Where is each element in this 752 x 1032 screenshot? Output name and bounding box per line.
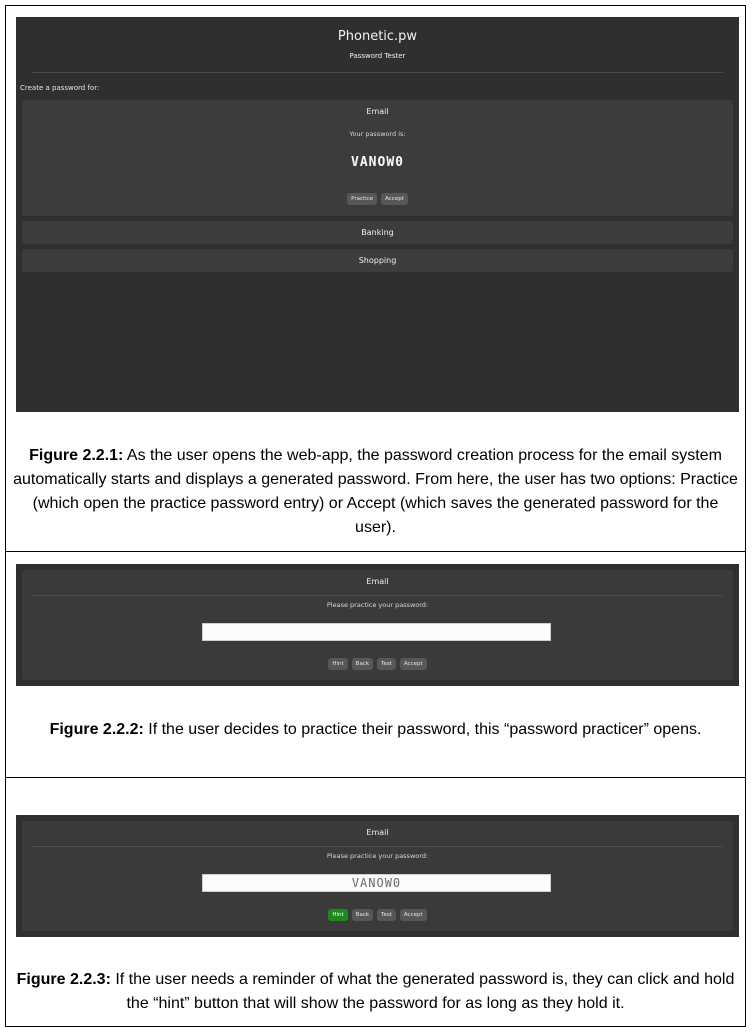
accept-button[interactable]: Accept [381, 193, 408, 205]
practice-panel: Email Please practice your password: Hin… [22, 570, 733, 680]
create-password-label: Create a password for: [20, 84, 100, 92]
banking-panel[interactable]: Banking [22, 221, 733, 244]
figure-2-2-3: Email Please practice your password: VAN… [5, 777, 746, 1027]
caption-label: Figure 2.2.1: [29, 447, 124, 464]
figure-caption: Figure 2.2.3: If the user needs a remind… [6, 968, 745, 1016]
practice-title: Email [366, 828, 389, 837]
shopping-label: Shopping [358, 256, 397, 265]
password-input[interactable] [202, 623, 551, 641]
caption-text: If the user decides to practice their pa… [143, 721, 702, 738]
divider [32, 595, 723, 596]
practice-title: Email [366, 577, 389, 586]
caption-label: Figure 2.2.3: [16, 971, 111, 988]
accept-button[interactable]: Accept [399, 909, 427, 921]
figure-caption: Figure 2.2.1: As the user opens the web-… [6, 444, 745, 540]
hint-button[interactable]: Hint [328, 658, 348, 670]
divider [32, 72, 723, 73]
hint-screenshot: Email Please practice your password: VAN… [16, 815, 739, 937]
email-panel[interactable]: Email Your password is: VANOW0 Practice … [22, 100, 733, 216]
practice-button-row: Hint Back Test Accept [22, 658, 733, 670]
password-input[interactable]: VANOW0 [202, 874, 551, 892]
test-button[interactable]: Test [377, 909, 396, 921]
caption-label: Figure 2.2.2: [49, 721, 144, 738]
banking-label: Banking [361, 228, 394, 237]
figure-2-2-2: Email Please practice your password: Hin… [5, 551, 746, 778]
practice-screenshot: Email Please practice your password: Hin… [16, 564, 739, 686]
practice-button-row: Hint Back Test Accept [22, 909, 733, 921]
figure-2-2-1: Phonetic.pw Password Tester Create a pas… [5, 5, 746, 552]
app-screenshot-main: Phonetic.pw Password Tester Create a pas… [16, 17, 739, 412]
hint-button[interactable]: Hint [328, 909, 348, 921]
your-password-label: Your password is: [349, 130, 406, 138]
practice-button[interactable]: Practice [347, 193, 378, 205]
practice-panel: Email Please practice your password: VAN… [22, 821, 733, 931]
back-button[interactable]: Back [351, 658, 374, 670]
email-button-row: Practice Accept [22, 193, 733, 205]
test-button[interactable]: Test [377, 658, 396, 670]
caption-text: If the user needs a reminder of what the… [110, 971, 735, 1012]
app-title: Phonetic.pw [337, 29, 418, 44]
practice-prompt: Please practice your password: [326, 601, 429, 609]
accept-button[interactable]: Accept [399, 658, 427, 670]
shopping-panel[interactable]: Shopping [22, 249, 733, 272]
figure-caption: Figure 2.2.2: If the user decides to pra… [6, 718, 745, 742]
practice-prompt: Please practice your password: [326, 852, 429, 860]
app-subtitle: Password Tester [349, 52, 406, 60]
back-button[interactable]: Back [351, 909, 374, 921]
generated-password: VANOW0 [351, 155, 404, 170]
divider [32, 846, 723, 847]
email-label: Email [366, 107, 389, 116]
